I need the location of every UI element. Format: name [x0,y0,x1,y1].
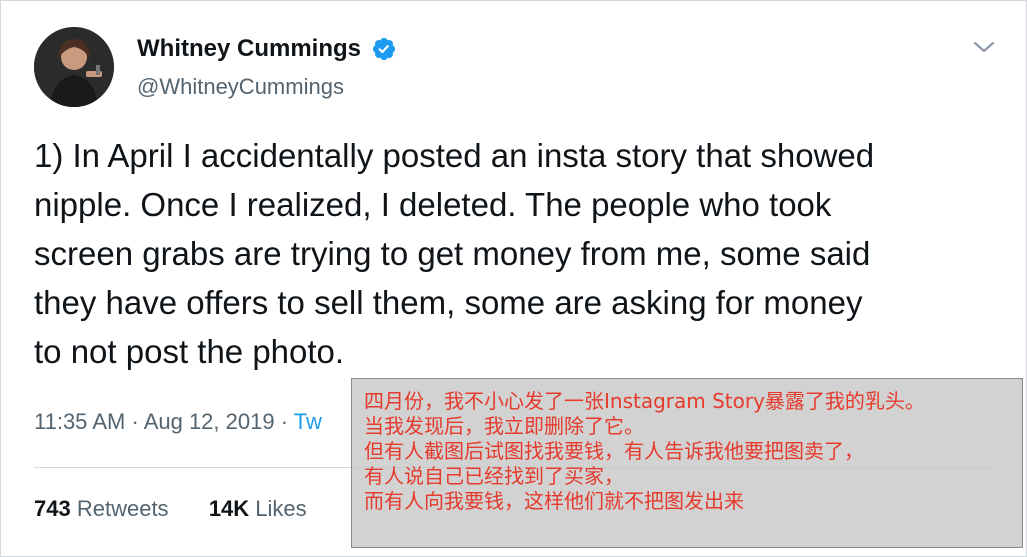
translation-line: 当我发现后，我立即删除了它。 [364,414,644,438]
translation-line: 但有人截图后试图找我要钱，有人告诉我他要把图卖了， [364,439,864,463]
retweets-label: Retweets [76,496,169,521]
chevron-down-icon[interactable] [971,37,997,57]
likes-stat[interactable]: 14K Likes [209,496,307,521]
avatar-image [34,27,114,107]
display-name[interactable]: Whitney Cummings [137,35,361,63]
tweet-text-line: nipple. Once I realized, I deleted. The … [34,186,832,223]
verified-badge-icon [373,37,396,61]
tweet-stats: 743 Retweets 14K Likes [34,496,307,522]
tweet-date[interactable]: Aug 12, 2019 [144,409,275,434]
translation-line: 四月份，我不小心发了一张Instagram Story暴露了我的乳头。 [364,389,925,413]
tweet-text-line: 1) In April I accidentally posted an ins… [34,137,875,174]
tweet-card: Whitney Cummings @WhitneyCummings 1) In … [0,0,1027,557]
tweet-text-line: screen grabs are trying to get money fro… [34,235,871,272]
tweet-text-line: they have offers to sell them, some are … [34,284,863,321]
meta-separator: · [280,409,289,434]
tweet-meta: 11:35 AM · Aug 12, 2019 · Tw [34,409,322,435]
tweet-time[interactable]: 11:35 AM [34,409,125,434]
retweets-stat[interactable]: 743 Retweets [34,496,175,521]
meta-separator: · [131,409,139,434]
retweets-count: 743 [34,496,71,521]
tweet-text: 1) In April I accidentally posted an ins… [34,131,1009,376]
avatar[interactable] [34,27,114,107]
translation-overlay: 四月份，我不小心发了一张Instagram Story暴露了我的乳头。 当我发现… [351,378,1023,548]
user-name-row: Whitney Cummings [137,35,397,63]
likes-count: 14K [208,496,250,521]
likes-label: Likes [255,496,307,521]
user-handle[interactable]: @WhitneyCummings [137,74,344,100]
tweet-text-line: to not post the photo. [34,333,345,370]
translation-line: 而有人向我要钱，这样他们就不把图发出来 [364,489,744,513]
tweet-source-link[interactable]: Tw [294,409,322,434]
translation-line: 有人说自己已经找到了买家， [364,464,624,488]
